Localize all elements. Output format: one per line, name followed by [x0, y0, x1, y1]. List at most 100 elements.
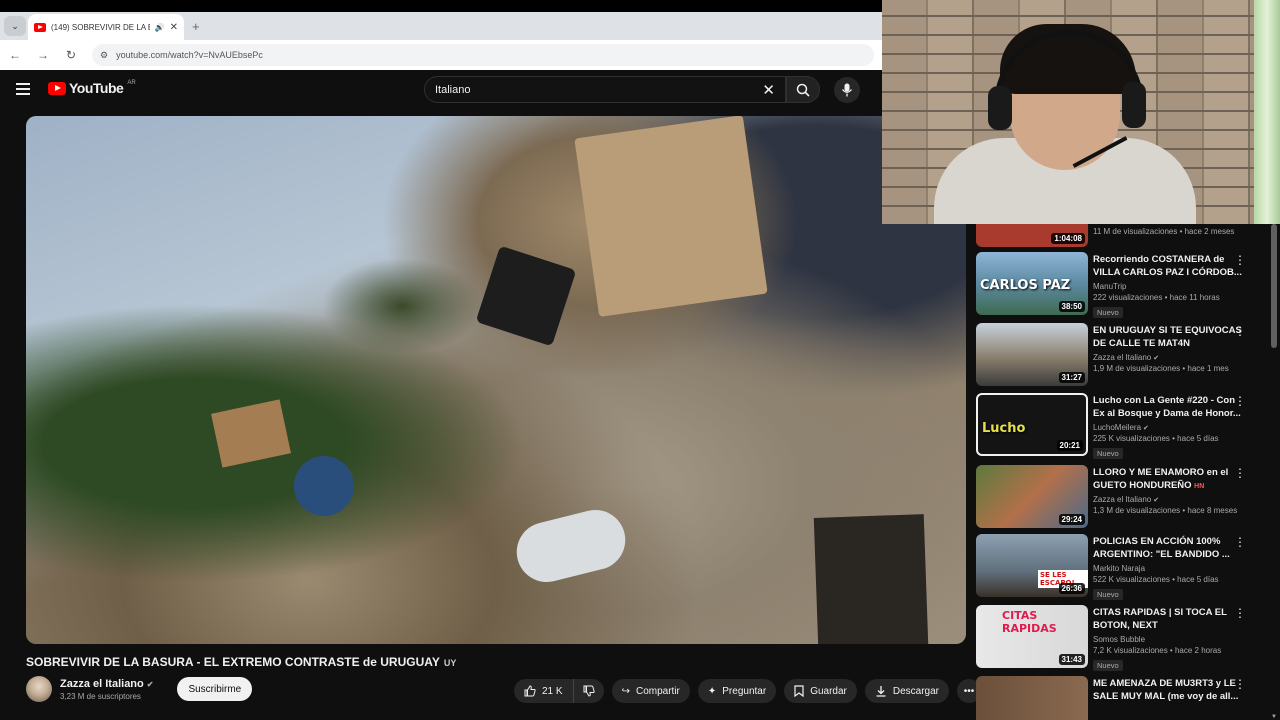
recommendations-list: 1:04:08 11 M de visualizaciones • hace 2… [976, 224, 1266, 720]
recommendation-item[interactable]: CARLOS PAZ 38:50 Recorriendo COSTANERA d… [976, 252, 1266, 318]
clear-search-icon[interactable]: ✕ [762, 81, 775, 99]
video-meta: 522 K visualizaciones • hace 5 días [1093, 575, 1219, 584]
recommendation-item[interactable]: ME AMENAZA DE MU3RT3 y LE SALE MUY MAL (… [976, 676, 1266, 720]
kebab-menu-icon[interactable]: ⋮ [1234, 678, 1246, 690]
more-icon: ••• [963, 685, 975, 697]
flag-hn: HN [1194, 483, 1205, 490]
video-duration: 31:27 [1058, 372, 1085, 383]
video-meta: 1,3 M de visualizaciones • hace 8 meses [1093, 506, 1238, 515]
browser-tab-bar: ⌄ (149) SOBREVIVIR DE LA BA 🔊 ✕ + [0, 12, 882, 40]
new-badge: Nuevo [1093, 660, 1123, 671]
channel-name[interactable]: Zazza el Italiano ✔ [60, 678, 153, 690]
video-title-text: LLORO Y ME ENAMORO en el GUETO HONDUREÑO [1093, 467, 1229, 491]
recommendation-item[interactable]: SE LES ESCAPO! 26:36 POLICIAS EN ACCIÓN … [976, 534, 1266, 600]
site-info-icon[interactable]: ⚙ [100, 50, 108, 61]
kebab-menu-icon[interactable]: ⋮ [1234, 607, 1246, 619]
channel-meta: Zazza el Italiano ✔ 3,23 M de suscriptore… [60, 678, 153, 701]
video-meta: 11 M de visualizaciones • hace 2 meses [1093, 227, 1235, 236]
back-arrow-icon[interactable]: ← [8, 48, 22, 62]
thumbs-up-icon [524, 685, 536, 697]
download-button[interactable]: Descargar [864, 679, 950, 703]
dislike-button[interactable] [573, 679, 604, 703]
like-button[interactable]: 21 K [514, 679, 574, 703]
channel-name[interactable]: Somos Bubble [1093, 635, 1243, 644]
video-duration: 31:43 [1058, 654, 1085, 665]
video-duration: 26:36 [1058, 583, 1085, 594]
channel-name[interactable]: ManuTrip [1093, 282, 1243, 291]
kebab-menu-icon[interactable]: ⋮ [1234, 325, 1246, 337]
address-bar[interactable]: ⚙ youtube.com/watch?v=NvAUEbsePc [92, 44, 874, 66]
recommendation-item[interactable]: 31:27 EN URUGUAY SI TE EQUIVOCAS DE CALL… [976, 323, 1266, 389]
video-title[interactable]: ME AMENAZA DE MU3RT3 y LE SALE MUY MAL (… [1093, 677, 1243, 703]
video-frame-bag [510, 503, 632, 589]
video-title[interactable]: POLICIAS EN ACCIÓN 100% ARGENTINO: "EL B… [1093, 535, 1243, 561]
reload-icon[interactable]: ↻ [64, 48, 78, 62]
ask-button[interactable]: ✦ Preguntar [697, 679, 777, 703]
video-thumbnail[interactable]: 29:24 [976, 465, 1088, 528]
sidebar-scrollbar[interactable]: ▼ [1271, 224, 1277, 720]
verified-icon: ✔ [1153, 497, 1160, 504]
youtube-logo[interactable]: YouTube AR [48, 80, 136, 96]
download-icon [876, 686, 886, 697]
video-duration: 20:21 [1056, 440, 1083, 451]
save-label: Guardar [810, 685, 847, 697]
kebab-menu-icon[interactable]: ⋮ [1234, 254, 1246, 266]
video-duration: 29:24 [1058, 514, 1085, 525]
kebab-menu-icon[interactable]: ⋮ [1234, 395, 1246, 407]
subscribe-button[interactable]: Suscribirme [177, 677, 253, 701]
video-thumbnail[interactable]: Lucho 20:21 [976, 393, 1088, 456]
video-thumbnail[interactable]: CARLOS PAZ 38:50 [976, 252, 1088, 315]
video-frame-cardboard [574, 116, 768, 317]
video-frame-box [211, 399, 291, 468]
recommendation-item[interactable]: CITAS RAPIDAS 31:43 CITAS RAPIDAS | SI T… [976, 605, 1266, 671]
share-icon: ↪ [621, 685, 630, 697]
url-text: youtube.com/watch?v=NvAUEbsePc [116, 50, 263, 60]
forward-arrow-icon[interactable]: → [36, 48, 50, 62]
save-button[interactable]: Guardar [784, 679, 857, 703]
voice-search-button[interactable] [834, 77, 860, 103]
kebab-menu-icon[interactable]: ⋮ [1234, 536, 1246, 548]
recommendation-item[interactable]: Lucho 20:21 Lucho con La Gente #220 - Co… [976, 393, 1266, 459]
channel-avatar[interactable] [26, 676, 52, 702]
channel-name[interactable]: LuchoMeilera ✔ [1093, 423, 1243, 432]
search-icon [796, 83, 810, 97]
channel-name-text: LuchoMeilera [1093, 423, 1142, 432]
video-title[interactable]: Lucho con La Gente #220 - Con Ex al Bosq… [1093, 394, 1243, 420]
webcam-headphone-left [988, 86, 1012, 130]
thumbs-down-icon [583, 685, 595, 697]
video-title[interactable]: Recorriendo COSTANERA de VILLA CARLOS PA… [1093, 253, 1243, 279]
scroll-down-arrow-icon[interactable]: ▼ [1271, 714, 1277, 720]
video-info: Recorriendo COSTANERA de VILLA CARLOS PA… [1093, 253, 1243, 320]
verified-icon: ✔ [146, 679, 154, 689]
video-title[interactable]: CITAS RAPIDAS | SI TOCA EL BOTON, NEXT [1093, 606, 1243, 632]
video-title[interactable]: EN URUGUAY SI TE EQUIVOCAS DE CALLE TE M… [1093, 324, 1243, 350]
video-player[interactable] [26, 116, 966, 644]
share-button[interactable]: ↪ Compartir [611, 679, 690, 703]
tab-search-button[interactable]: ⌄ [4, 16, 26, 36]
recommendation-item[interactable]: 29:24 LLORO Y ME ENAMORO en el GUETO HON… [976, 465, 1266, 531]
channel-name[interactable]: Zazza el Italiano ✔ [1093, 353, 1243, 362]
video-thumbnail[interactable]: 1:04:08 [976, 224, 1088, 247]
video-thumbnail[interactable]: SE LES ESCAPO! 26:36 [976, 534, 1088, 597]
scrollbar-thumb[interactable] [1271, 224, 1277, 348]
speaker-icon[interactable]: 🔊 [155, 23, 165, 32]
recommendation-partial[interactable]: 1:04:08 11 M de visualizaciones • hace 2… [976, 224, 1266, 250]
new-tab-button[interactable]: + [192, 19, 200, 34]
video-thumbnail[interactable]: 31:27 [976, 323, 1088, 386]
thumbnail-text: Lucho [982, 421, 1026, 436]
search-input[interactable]: Italiano ✕ [424, 76, 786, 103]
search-button[interactable] [786, 76, 820, 103]
video-thumbnail[interactable]: CITAS RAPIDAS 31:43 [976, 605, 1088, 668]
channel-name[interactable]: Zazza el Italiano ✔ [1093, 495, 1243, 504]
kebab-menu-icon[interactable]: ⋮ [1234, 467, 1246, 479]
tab-close-icon[interactable]: ✕ [170, 22, 178, 33]
video-thumbnail[interactable] [976, 676, 1088, 720]
menu-icon[interactable] [16, 83, 30, 98]
browser-toolbar: ← → ↻ ⚙ youtube.com/watch?v=NvAUEbsePc [0, 40, 882, 70]
video-info: LLORO Y ME ENAMORO en el GUETO HONDUREÑO… [1093, 466, 1243, 515]
verified-icon: ✔ [1153, 355, 1160, 362]
video-title[interactable]: LLORO Y ME ENAMORO en el GUETO HONDUREÑO… [1093, 466, 1243, 492]
channel-name[interactable]: Markito Naraja [1093, 564, 1243, 573]
video-title-text: SOBREVIVIR DE LA BASURA - EL EXTREMO CON… [26, 655, 440, 669]
browser-tab-active[interactable]: (149) SOBREVIVIR DE LA BA 🔊 ✕ [28, 14, 184, 40]
